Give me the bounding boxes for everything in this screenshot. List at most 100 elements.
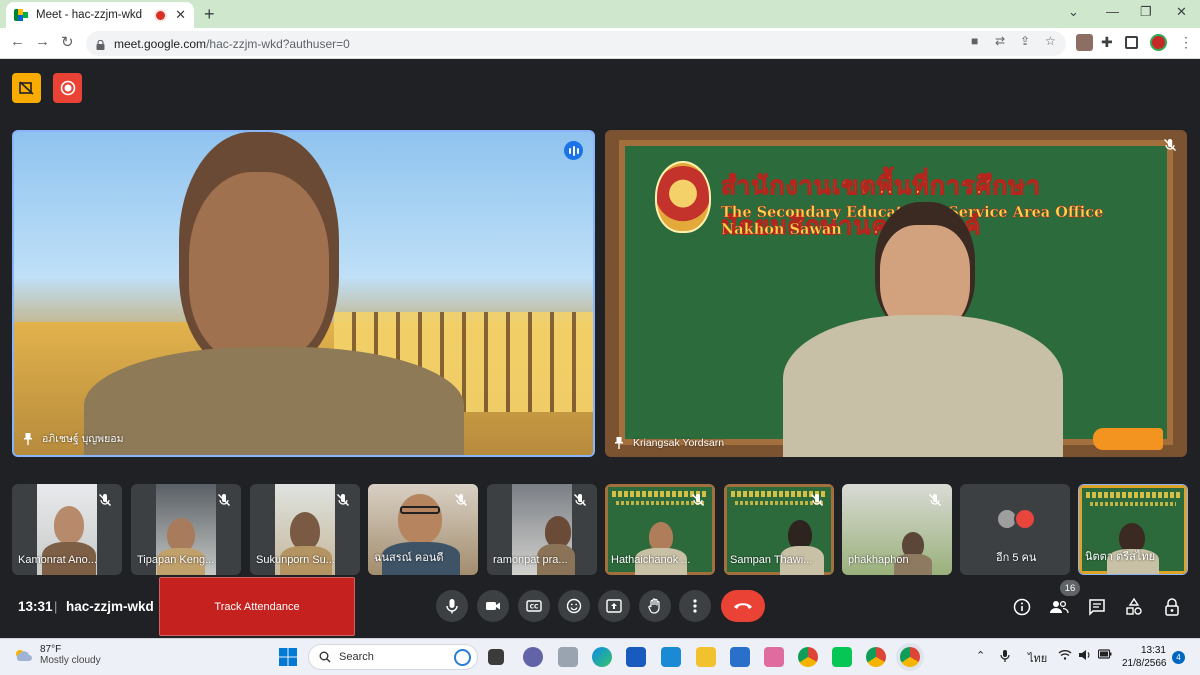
participant-tile[interactable]: ฉนสรณ์ คอนดี: [368, 484, 478, 575]
school-sign-graphic: [334, 197, 444, 287]
participant-name: Sampan Thawi...: [730, 554, 813, 566]
browser-tab[interactable]: Meet - hac-zzjm-wkd ✕: [6, 2, 194, 28]
host-controls-button[interactable]: [1162, 597, 1182, 617]
participant-tile[interactable]: phakhaphon: [842, 484, 952, 575]
volume-icon[interactable]: [1078, 649, 1092, 664]
recording-button[interactable]: [53, 73, 82, 103]
more-participants-avatars: [996, 508, 1036, 530]
line-app-icon[interactable]: [832, 647, 852, 667]
participant-tile[interactable]: Kamonrat Ano...: [12, 484, 122, 575]
more-options-button[interactable]: [679, 590, 711, 622]
battery-icon[interactable]: [1097, 649, 1112, 662]
muted-mic-icon: [691, 493, 705, 507]
participant-tile[interactable]: Sampan Thawi...: [724, 484, 834, 575]
translate-icon[interactable]: ⇄: [995, 34, 1005, 48]
participant-name: Kriangsak Yordsarn: [633, 437, 725, 449]
browser-tab-strip: Meet - hac-zzjm-wkd ✕ + ⌄ — ❐ ✕: [0, 0, 1200, 28]
people-button[interactable]: [1049, 597, 1069, 617]
participant-tile[interactable]: Tipapan Keng...: [131, 484, 241, 575]
task-view-icon[interactable]: [488, 649, 504, 665]
chrome-active-icon[interactable]: [900, 647, 920, 667]
url-path: /hac-zzjm-wkd?authuser=0: [206, 36, 350, 51]
participant-name-label: Kriangsak Yordsarn: [615, 437, 724, 449]
minimize-icon[interactable]: —: [1106, 4, 1119, 19]
muted-mic-icon: [217, 493, 231, 507]
mail-icon[interactable]: [730, 647, 750, 667]
participant-name: ฉนสรณ์ คอนดี: [374, 552, 444, 564]
chrome-menu-icon[interactable]: ⋮: [1179, 34, 1193, 51]
participant-name: Tipapan Keng...: [137, 554, 215, 566]
camera-in-use-icon[interactable]: ■: [971, 34, 978, 48]
captions-button[interactable]: CC: [518, 590, 550, 622]
microphone-button[interactable]: [436, 590, 468, 622]
cloud-weather-icon: [16, 650, 32, 661]
participant-name: ramonpat pra...: [493, 554, 568, 566]
host-controls-lock-icon: [1165, 598, 1179, 616]
bing-icon: [454, 649, 471, 666]
extensions-puzzle-icon[interactable]: ✚: [1101, 34, 1113, 51]
chat-icon: [1089, 599, 1105, 616]
meeting-code: hac-zzjm-wkd: [66, 599, 154, 614]
edge-icon[interactable]: [592, 647, 612, 667]
weather-widget[interactable]: 87°F Mostly cloudy: [14, 644, 101, 666]
more-participants-tile[interactable]: อีก 5 คน: [960, 484, 1070, 575]
system-clock[interactable]: 13:31 21/8/2566: [1122, 644, 1167, 670]
chat-button[interactable]: [1087, 597, 1107, 617]
chrome-icon[interactable]: [798, 647, 818, 667]
teams-chat-icon[interactable]: [523, 647, 543, 667]
pin-icon[interactable]: [24, 432, 32, 445]
meet-favicon: [14, 9, 28, 21]
share-icon[interactable]: ⇪: [1020, 34, 1030, 48]
main-video-tile-presenter[interactable]: สำนักงานเขตพื้นที่การศึกษามัธยมศึกษานครส…: [605, 130, 1187, 457]
forward-icon[interactable]: →: [35, 33, 50, 50]
participant-uniform: [783, 315, 1063, 457]
main-video-tile-speaker[interactable]: อภิเชษฐ์ บุญพยอม: [12, 130, 595, 457]
pin-icon[interactable]: [615, 437, 623, 449]
camera-button[interactable]: [477, 590, 509, 622]
profile-avatar[interactable]: [1150, 34, 1167, 51]
muted-mic-icon: [336, 493, 350, 507]
reactions-button[interactable]: [558, 590, 590, 622]
muted-mic-icon: [1163, 138, 1177, 152]
activities-button[interactable]: [1124, 597, 1144, 617]
meeting-details-button[interactable]: [1012, 597, 1032, 617]
muted-mic-icon: [573, 493, 587, 507]
participant-tile[interactable]: Sukunporn Su...: [250, 484, 360, 575]
address-bar[interactable]: meet.google.com /hac-zzjm-wkd?authuser=0: [86, 31, 1066, 56]
back-icon[interactable]: ←: [10, 33, 25, 50]
file-explorer-icon[interactable]: [696, 647, 716, 667]
notification-badge[interactable]: 4: [1172, 651, 1185, 664]
close-tab-icon[interactable]: ✕: [175, 7, 186, 23]
extension-icon[interactable]: [1076, 34, 1093, 51]
reload-icon[interactable]: ↻: [61, 33, 74, 51]
windows-taskbar: 87°F Mostly cloudy Search ⌃ ไทย 13:31 21…: [0, 638, 1200, 675]
raise-hand-button[interactable]: [639, 590, 671, 622]
tab-search-chevron-icon[interactable]: ⌄: [1068, 4, 1079, 20]
participant-tile[interactable]: นิตตา ตรีสไทย: [1078, 484, 1188, 575]
restore-icon[interactable]: ❐: [1140, 4, 1152, 20]
close-window-icon[interactable]: ✕: [1176, 4, 1187, 20]
taskbar-search[interactable]: Search: [308, 644, 478, 670]
start-button[interactable]: [278, 647, 298, 667]
bookmark-star-icon[interactable]: ☆: [1045, 34, 1056, 48]
meet-window: อภิเชษฐ์ บุญพยอม สำนักงานเขตพื้นที่การศึ…: [0, 60, 1200, 638]
word-icon[interactable]: [626, 647, 646, 667]
track-attendance-button[interactable]: Track Attendance: [159, 577, 355, 636]
office-seal-logo: [655, 161, 711, 233]
wifi-icon[interactable]: [1058, 649, 1072, 663]
chrome-profile-icon[interactable]: [866, 647, 886, 667]
input-language[interactable]: ไทย: [1028, 649, 1047, 667]
app-l-icon[interactable]: [661, 647, 681, 667]
present-screen-button[interactable]: [598, 590, 630, 622]
activity-indicator-button[interactable]: [12, 73, 41, 103]
leave-call-button[interactable]: [721, 590, 765, 622]
side-panel-icon[interactable]: [1125, 36, 1138, 49]
show-hidden-icons-chevron-icon[interactable]: ⌃: [976, 649, 985, 662]
snipping-tool-icon[interactable]: [764, 647, 784, 667]
microphone-tray-icon[interactable]: [1000, 649, 1010, 666]
system-time: 13:31: [1140, 645, 1166, 656]
participant-tile[interactable]: ramonpat pra...: [487, 484, 597, 575]
app-icon[interactable]: [558, 647, 578, 667]
new-tab-icon[interactable]: +: [204, 4, 215, 25]
participant-tile[interactable]: Hathaichanok ...: [605, 484, 715, 575]
